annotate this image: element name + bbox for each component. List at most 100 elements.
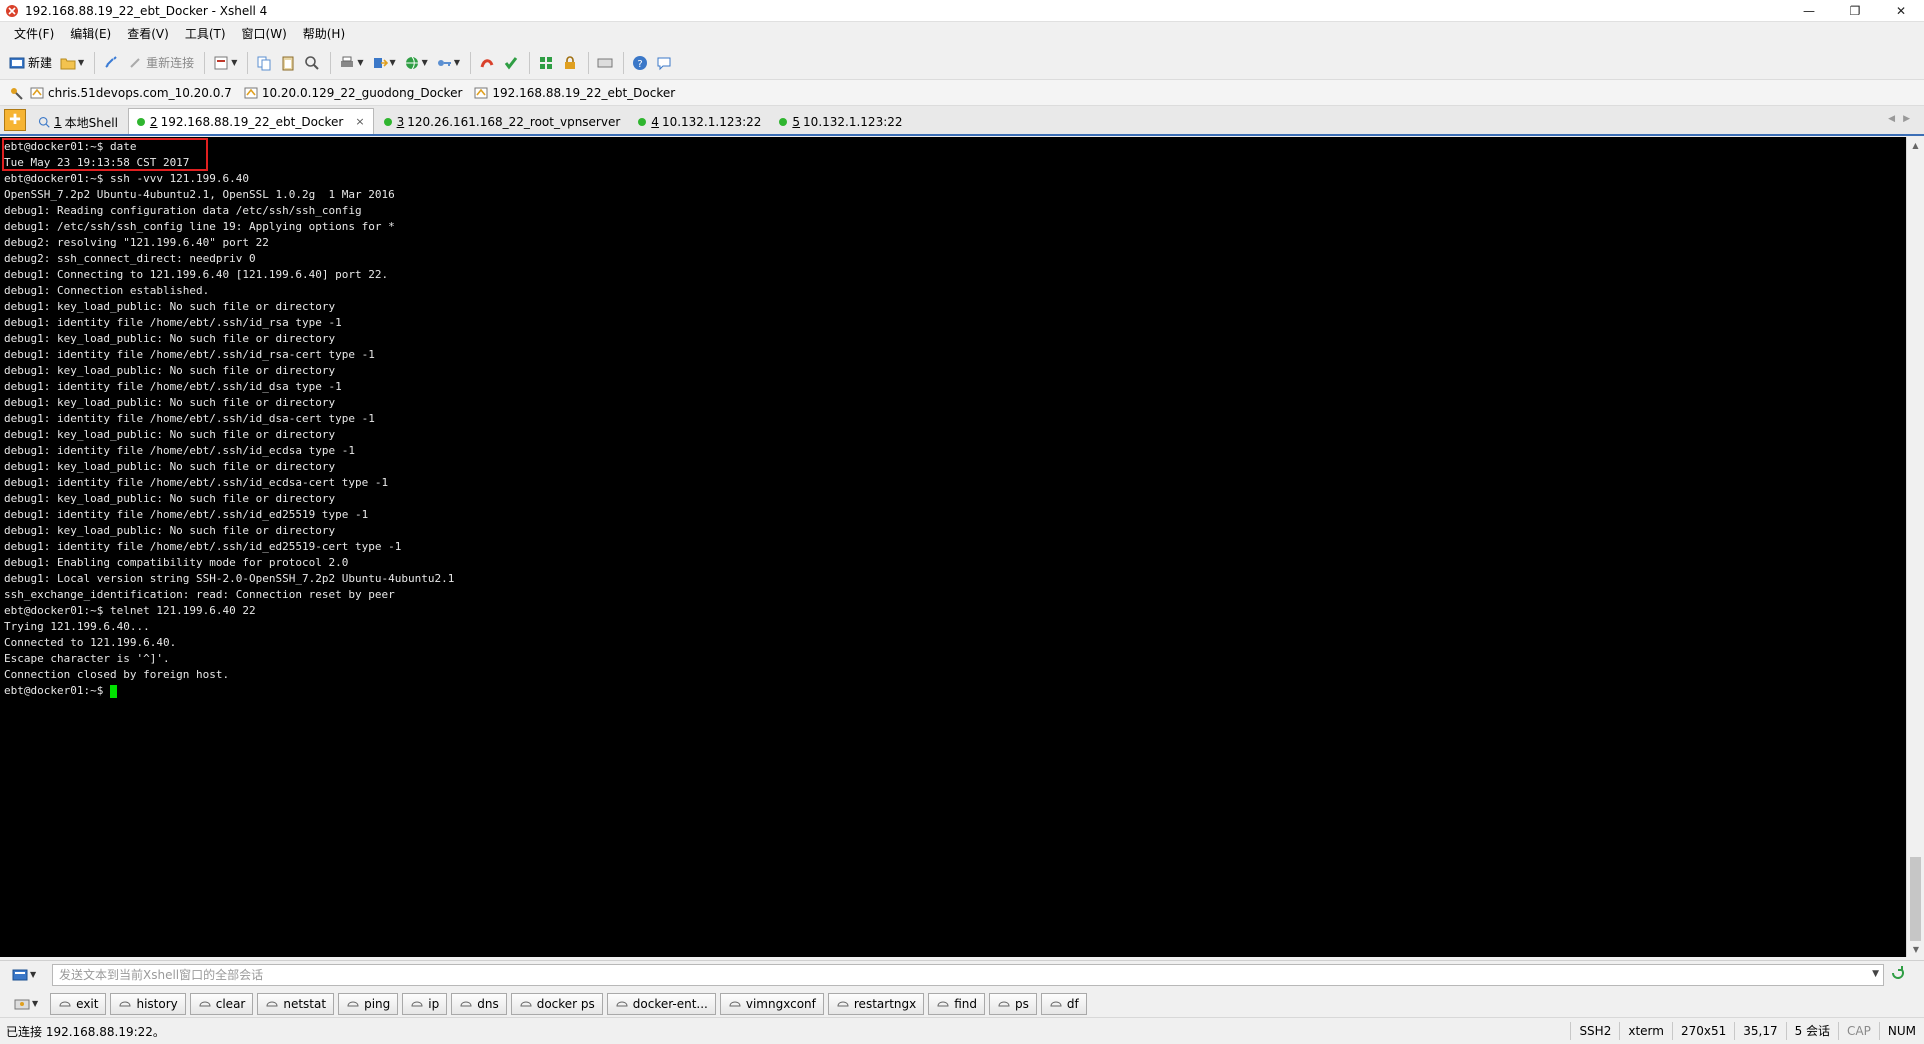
quick-command-label: ping [364,996,391,1011]
quick-command-docker-ps[interactable]: docker ps [510,992,603,1015]
link-chris-devops[interactable]: chris.51devops.com_10.20.0.7 [30,86,232,100]
transfer-button[interactable]: ▼ [369,51,399,75]
tab-session-4[interactable]: 4 10.132.1.123:22 [630,110,769,134]
close-tab-icon[interactable]: × [355,115,364,128]
keymap-button[interactable]: ▼ [433,51,463,75]
quick-command-exit[interactable]: exit [50,992,107,1015]
tab-number: 2 [149,114,158,129]
new-session-label: 新建 [28,56,53,70]
tab-scroll-arrows[interactable]: ◀▶ [1888,114,1918,124]
folder-icon [60,58,76,69]
quick-command-icon [460,1000,472,1006]
xftp-button[interactable] [476,51,498,75]
lock-button[interactable] [559,51,581,75]
menu-file[interactable]: 文件(F) [6,22,62,46]
new-tab-button[interactable]: ✚ [4,109,26,131]
copy-button[interactable] [253,51,275,75]
globe-icon [405,56,418,69]
quick-command-icon [59,1000,71,1006]
quick-command-find[interactable]: find [928,992,985,1015]
print-button[interactable]: ▼ [336,51,366,75]
quick-command-ip[interactable]: ip [402,992,448,1015]
tab-vpnserver[interactable]: 3 120.26.161.168_22_root_vpnserver [376,110,629,134]
link-ebt-docker[interactable]: 192.168.88.19_22_ebt_Docker [474,86,675,100]
caps-lock-indicator: CAP [1838,1022,1879,1040]
status-bar: 已连接 192.168.88.19:22。 SSH2 xterm 270x51 … [0,1018,1924,1044]
new-session-button[interactable]: 新建 [6,51,55,75]
scrollbar-thumb[interactable] [1910,857,1921,941]
link-guodong-docker[interactable]: 10.20.0.129_22_guodong_Docker [244,86,462,100]
quick-command-df[interactable]: df [1040,992,1087,1015]
menu-window[interactable]: 窗口(W) [234,22,295,46]
tab-local-shell[interactable]: 1 本地Shell [30,110,126,134]
quick-command-set-icon [14,999,30,1009]
menu-help[interactable]: 帮助(H) [295,22,353,46]
compose-input[interactable] [59,967,1883,982]
file-transfer-icon [373,57,388,68]
quick-command-ps[interactable]: ps [989,992,1037,1015]
quick-command-ping[interactable]: ping [338,992,399,1015]
quick-command-icon [1050,1000,1062,1006]
chevron-down-icon[interactable]: ▼ [1872,969,1879,979]
quick-command-docker-enter[interactable]: docker-ent... [606,992,716,1015]
find-button[interactable] [301,51,323,75]
menu-tools[interactable]: 工具(T) [177,22,234,46]
session-link-icon [30,87,44,98]
keyboard-button[interactable] [594,51,616,75]
quick-command-restartngx[interactable]: restartngx [827,992,925,1015]
compose-mode-button[interactable]: ▼ [12,967,48,983]
reconnect-button[interactable]: 重新连接 [124,51,197,75]
terminal-scrollbar[interactable]: ▲ ▼ [1906,137,1924,957]
quick-command-dns[interactable]: dns [451,992,507,1015]
help-button[interactable]: ? [629,51,651,75]
restore-button[interactable]: ❐ [1832,0,1878,22]
layout-button[interactable] [535,51,557,75]
xshell-app-icon [6,4,18,17]
connect-link-button[interactable] [100,51,122,75]
paste-button[interactable] [277,51,299,75]
tab-number: 4 [651,115,659,129]
quick-command-set-button[interactable]: ▼ [14,996,38,1012]
terminal-output[interactable]: ebt@docker01:~$ date Tue May 23 19:13:58… [0,137,1906,957]
quick-command-clear[interactable]: clear [189,992,254,1015]
compose-bar: ▼ ▼ [0,960,1924,988]
toolbar-separator [469,51,471,74]
link-label: chris.51devops.com_10.20.0.7 [48,85,232,100]
tab-ebt-docker[interactable]: 2 192.168.88.19_22_ebt_Docker × [127,108,374,134]
quick-command-netstat[interactable]: netstat [257,992,335,1015]
terminal-line: debug1: identity file /home/ebt/.ssh/id_… [4,380,342,393]
xmanager-button[interactable] [500,51,522,75]
menu-edit[interactable]: 编辑(E) [62,22,119,46]
compose-mode-icon [12,969,28,980]
menu-view[interactable]: 查看(V) [119,22,177,46]
tab-label: 192.168.88.19_22_ebt_Docker [160,114,344,129]
tab-session-5[interactable]: 5 10.132.1.123:22 [771,110,910,134]
compose-send-button[interactable] [1890,965,1906,984]
quick-command-label: restartngx [853,996,917,1011]
quick-command-label: find [954,996,977,1011]
chevron-down-icon: ▼ [453,58,460,67]
terminal-line: debug1: Reading configuration data /etc/… [4,204,362,217]
quick-command-label: ps [1015,996,1029,1011]
terminal-line: debug1: identity file /home/ebt/.ssh/id_… [4,316,342,329]
web-button[interactable]: ▼ [401,51,431,75]
terminal-line: debug1: key_load_public: No such file or… [4,460,336,473]
properties-button[interactable]: ▼ [210,51,240,75]
quick-command-history[interactable]: history [110,992,186,1015]
terminal-line: debug1: Local version string SSH-2.0-Ope… [4,572,455,585]
connected-status-icon [638,118,647,126]
connected-status-icon [779,118,788,126]
terminal-line: Connected to 121.199.6.40. [4,636,177,649]
terminal-line: OpenSSH_7.2p2 Ubuntu-4ubuntu2.1, OpenSSL… [4,188,395,201]
chat-button[interactable] [653,51,675,75]
terminal-line: debug1: identity file /home/ebt/.ssh/id_… [4,412,375,425]
terminal-line: debug1: key_load_public: No such file or… [4,396,336,409]
minimize-button[interactable]: — [1786,0,1832,22]
quick-command-vimngxconf[interactable]: vimngxconf [719,992,824,1015]
scroll-up-icon[interactable]: ▲ [1907,137,1924,153]
open-folder-button[interactable]: ▼ [57,51,87,75]
close-button[interactable]: ✕ [1878,0,1924,22]
scroll-down-icon[interactable]: ▼ [1907,941,1924,957]
terminal-line: debug1: identity file /home/ebt/.ssh/id_… [4,508,369,521]
quick-command-icon [998,1000,1010,1006]
